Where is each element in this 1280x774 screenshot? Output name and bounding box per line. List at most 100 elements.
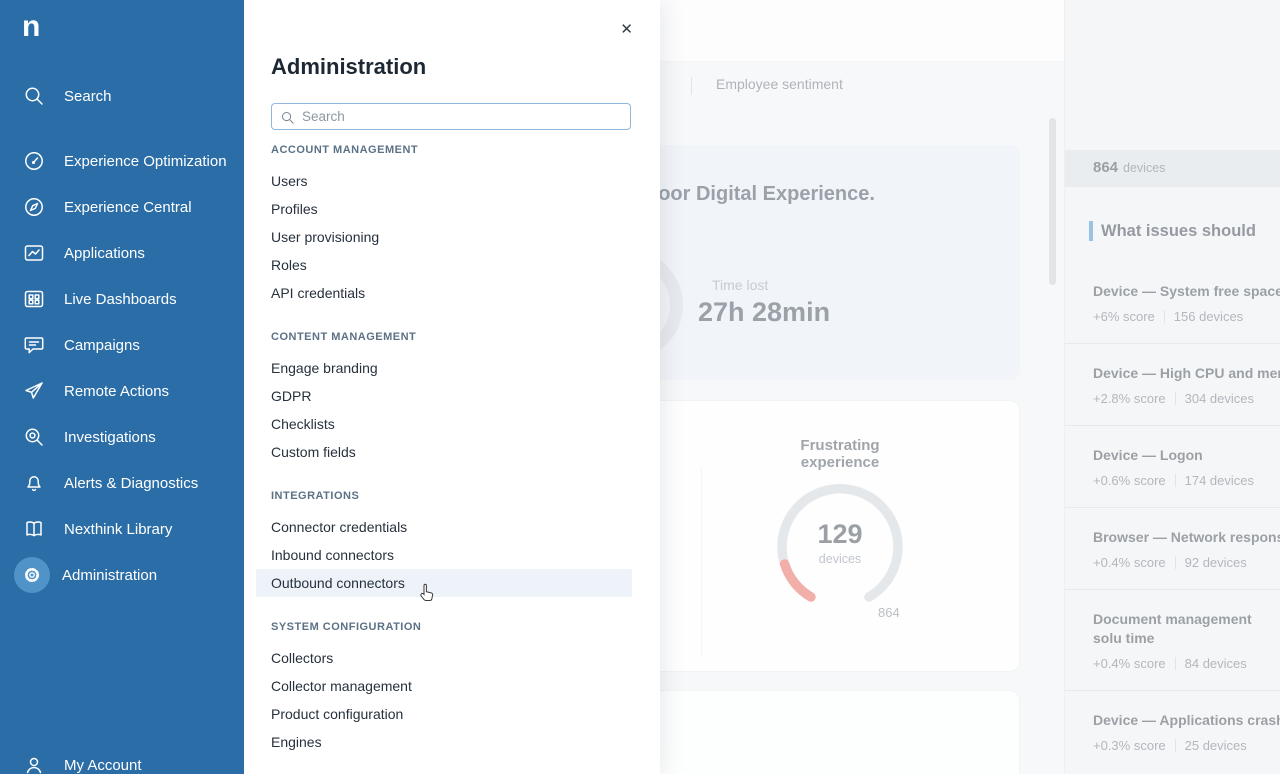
section-heading: SYSTEM CONFIGURATION xyxy=(271,621,632,635)
live-dashboards-icon xyxy=(22,287,46,311)
issue-devices: 25 devices xyxy=(1185,738,1247,753)
meta-divider xyxy=(1175,657,1176,670)
sidebar-item-alerts-diagnostics[interactable]: Alerts & Diagnostics xyxy=(0,460,244,506)
meta-divider xyxy=(1164,310,1165,323)
flyout-title: Administration xyxy=(271,54,426,80)
issue-title: Document management solu time xyxy=(1093,610,1280,648)
insights-device-unit: devices xyxy=(1123,161,1165,175)
summary-headline: poor Digital Experience. xyxy=(646,183,875,206)
issue-title: Device — Logon xyxy=(1093,446,1280,465)
section-integrations: INTEGRATIONS Connector credentials Inbou… xyxy=(271,490,632,597)
issue-item[interactable]: Device — High CPU and mem +2.8% score304… xyxy=(1065,343,1280,425)
search-icon xyxy=(280,110,295,125)
issue-score: +6% score xyxy=(1093,309,1155,324)
administration-flyout: ✕ Administration ACCOUNT MANAGEMENT User… xyxy=(244,0,660,774)
tab-divider xyxy=(691,77,692,95)
experience-central-icon xyxy=(22,195,46,219)
issue-list: Device — System free space +6% score 156 … xyxy=(1065,262,1280,772)
issue-title: Browser — Network respons xyxy=(1093,528,1280,547)
insights-heading: What issues should xyxy=(1065,221,1256,241)
menu-item-outbound-connectors[interactable]: Outbound connectors xyxy=(256,569,632,597)
menu-item-profiles[interactable]: Profiles xyxy=(271,195,632,223)
search-icon xyxy=(22,84,46,108)
menu-item-collectors[interactable]: Collectors xyxy=(271,644,632,672)
menu-item-product-configuration[interactable]: Product configuration xyxy=(271,700,632,728)
menu-item-collector-management[interactable]: Collector management xyxy=(271,672,632,700)
sidebar-item-live-dashboards[interactable]: Live Dashboards xyxy=(0,276,244,322)
sidebar-item-remote-actions[interactable]: Remote Actions xyxy=(0,368,244,414)
person-icon xyxy=(22,753,46,774)
issue-score: +0.3% score xyxy=(1093,738,1166,753)
time-lost-value: 27h 28min xyxy=(698,297,830,328)
menu-item-connector-credentials[interactable]: Connector credentials xyxy=(271,513,632,541)
accent-bar xyxy=(1089,221,1093,241)
menu-item-gdpr[interactable]: GDPR xyxy=(271,382,632,410)
issue-devices: 174 devices xyxy=(1185,473,1254,488)
issue-score: +0.4% score xyxy=(1093,555,1166,570)
issue-item[interactable]: Device — Applications crash +0.3% score 2… xyxy=(1065,690,1280,772)
section-account-management: ACCOUNT MANAGEMENT Users Profiles User p… xyxy=(271,144,632,307)
insights-heading-text: What issues should xyxy=(1101,222,1256,241)
issue-item[interactable]: Device — System free space +6% score 156 … xyxy=(1065,262,1280,343)
meta-divider xyxy=(1175,739,1176,752)
remote-actions-icon xyxy=(22,379,46,403)
issue-item[interactable]: Device — Logon +0.6% score174 devices xyxy=(1065,425,1280,507)
vertical-scrollbar[interactable] xyxy=(1049,118,1056,285)
tab-employee-sentiment[interactable]: Employee sentiment xyxy=(716,76,843,92)
issue-devices: 304 devices xyxy=(1185,391,1254,406)
sidebar-item-experience-central[interactable]: Experience Central xyxy=(0,184,244,230)
menu-item-users[interactable]: Users xyxy=(271,167,632,195)
sidebar-item-my-account[interactable]: My Account xyxy=(0,742,244,774)
insights-device-count: 864 xyxy=(1093,159,1118,176)
issue-item[interactable]: Document management solu time +0.4% scor… xyxy=(1065,589,1280,690)
meta-divider xyxy=(1175,392,1176,405)
sidebar-item-nexthink-library[interactable]: Nexthink Library xyxy=(0,506,244,552)
sidebar-item-experience-optimization[interactable]: Experience Optimization xyxy=(0,138,244,184)
issue-devices: 156 devices xyxy=(1174,309,1243,324)
experience-optimization-icon xyxy=(22,149,46,173)
issue-score: +0.4% score xyxy=(1093,656,1166,671)
issue-title: Device — System free space xyxy=(1093,282,1280,301)
nexthink-logo: n xyxy=(22,10,40,44)
gauge-value: 129 xyxy=(760,519,920,550)
book-icon xyxy=(22,517,46,541)
sidebar-item-campaigns[interactable]: Campaigns xyxy=(0,322,244,368)
issue-title: Device — High CPU and mem xyxy=(1093,364,1280,383)
menu-item-roles[interactable]: Roles xyxy=(271,251,632,279)
meta-divider xyxy=(1175,474,1176,487)
campaigns-icon xyxy=(22,333,46,357)
flyout-search xyxy=(271,103,631,130)
issue-item[interactable]: Browser — Network respons +0.4% score 92 … xyxy=(1065,507,1280,589)
app-screen: Employee sentiment poor Digital Experien… xyxy=(0,0,1280,774)
time-lost-label: Time lost xyxy=(712,277,768,293)
section-heading: ACCOUNT MANAGEMENT xyxy=(271,144,632,158)
issue-title: Device — Applications crash xyxy=(1093,711,1280,730)
menu-item-inbound-connectors[interactable]: Inbound connectors xyxy=(271,541,632,569)
bell-icon xyxy=(22,471,46,495)
menu-item-engines[interactable]: Engines xyxy=(271,728,632,756)
insights-header: 864 devices xyxy=(1065,150,1280,187)
sidebar-item-administration[interactable]: Administration xyxy=(0,552,244,598)
menu-item-user-provisioning[interactable]: User provisioning xyxy=(271,223,632,251)
section-heading: CONTENT MANAGEMENT xyxy=(271,331,632,345)
menu-item-checklists[interactable]: Checklists xyxy=(271,410,632,438)
gauge-title: Frustrating experience xyxy=(775,437,905,471)
insights-panel: 864 devices What issues should Device — … xyxy=(1064,0,1280,774)
gauge-unit: devices xyxy=(760,552,920,566)
menu-item-engage-branding[interactable]: Engage branding xyxy=(271,354,632,382)
issue-devices: 92 devices xyxy=(1185,555,1247,570)
gear-icon xyxy=(14,557,50,593)
sidebar-item-search[interactable]: Search xyxy=(0,73,244,119)
sidebar-item-investigations[interactable]: Investigations xyxy=(0,414,244,460)
close-icon[interactable]: ✕ xyxy=(620,22,633,37)
section-heading: INTEGRATIONS xyxy=(271,490,632,504)
flyout-sections: ACCOUNT MANAGEMENT Users Profiles User p… xyxy=(271,144,632,756)
gauge-widget: Frustrating experience 129 devices 864 xyxy=(760,437,920,625)
search-input[interactable] xyxy=(302,104,626,129)
card-divider xyxy=(701,467,702,657)
gauge-max-label: 864 xyxy=(878,605,900,620)
menu-item-custom-fields[interactable]: Custom fields xyxy=(271,438,632,466)
menu-item-api-credentials[interactable]: API credentials xyxy=(271,279,632,307)
sidebar-item-applications[interactable]: Applications xyxy=(0,230,244,276)
primary-sidebar: n Search Experience Optimization Experie… xyxy=(0,0,244,774)
